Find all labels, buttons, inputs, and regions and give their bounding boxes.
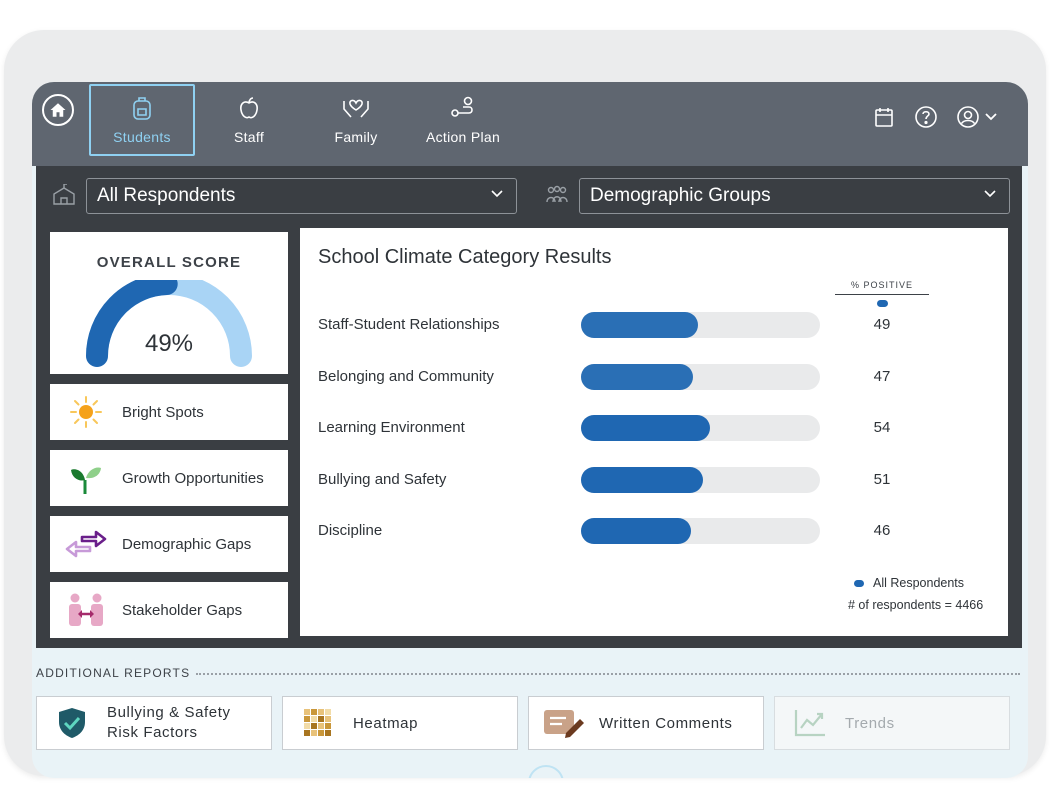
route-icon (451, 96, 473, 117)
nav-tab-label: Family (334, 129, 378, 145)
bar-value-label: 47 (873, 367, 891, 385)
backpack-icon (133, 97, 151, 120)
calendar-icon (875, 108, 893, 127)
tablet-frame: Students Staff Family Action Plan All Re… (4, 30, 1046, 778)
percent-positive-header: % POSITIVE (835, 280, 929, 295)
growth-opportunities-button[interactable]: Growth Opportunities (50, 450, 288, 506)
bar-value-label: 46 (873, 522, 891, 540)
legend-swatch (854, 579, 864, 587)
demographic-groups-select-value: Demographic Groups (590, 185, 771, 206)
nav-tab-label: Students (113, 129, 171, 145)
bar-fill (581, 312, 699, 338)
stakeholder-gaps-label: Stakeholder Gaps (122, 601, 243, 619)
bar-fill (581, 466, 703, 493)
dotted-divider (196, 673, 1020, 675)
category-label: Discipline (318, 522, 383, 540)
category-label: Staff-Student Relationships (318, 316, 500, 333)
trend-chart-icon (794, 710, 825, 737)
respondent-count: # of respondents = 4466 (848, 598, 984, 612)
chevron-down-icon (985, 113, 997, 121)
chevron-down-icon (491, 190, 503, 198)
dashboard-content: All Respondents Demographic Groups OVERA… (36, 166, 1022, 648)
heatmap-icon (304, 709, 331, 736)
bar-fill (581, 363, 694, 390)
category-results-panel: School Climate Category Results % POSITI… (300, 228, 1008, 636)
bar-value-label: 54 (873, 419, 891, 437)
legend-label: All Respondents (873, 576, 965, 590)
home-icon (50, 103, 66, 117)
heatmap-label: Heatmap (353, 714, 419, 732)
bright-spots-button[interactable]: Bright Spots (50, 384, 288, 440)
bar-value-label: 49 (873, 316, 891, 333)
hands-heart-icon (343, 99, 369, 118)
user-icon (957, 106, 979, 128)
nav-tab-label: Staff (233, 129, 265, 145)
chart-legend: All Respondents (854, 576, 964, 590)
percent-positive-series-marker (877, 300, 888, 307)
nav-tab-staff[interactable]: Staff (196, 84, 302, 156)
additional-reports-header: ADDITIONAL REPORTS (36, 666, 1020, 680)
arrows-icon (65, 530, 107, 558)
nav-tab-students[interactable]: Students (89, 84, 195, 156)
growth-opportunities-label: Growth Opportunities (122, 469, 264, 487)
bar-track (581, 363, 820, 390)
bright-spots-label: Bright Spots (122, 403, 204, 421)
comment-pen-icon (544, 710, 584, 738)
nav-tab-label: Action Plan (425, 129, 501, 145)
category-label: Bullying and Safety (318, 470, 447, 488)
results-title: School Climate Category Results (318, 246, 612, 268)
calendar-button[interactable] (872, 102, 896, 132)
group-icon (546, 185, 568, 203)
nav-tab-family[interactable]: Family (303, 84, 409, 156)
sun-icon (70, 396, 102, 428)
respondents-select[interactable]: All Respondents (86, 178, 517, 214)
bar-track (581, 466, 820, 493)
overall-score-title: OVERALL SCORE (96, 254, 242, 271)
category-label: Learning Environment (318, 419, 465, 437)
overall-score-value: 49% (144, 330, 194, 357)
category-label: Belonging and Community (318, 367, 494, 385)
bar-value-label: 51 (873, 470, 891, 488)
report-label-line1: Bullying & Safety (107, 704, 231, 721)
trends-button[interactable]: Trends (774, 696, 1010, 750)
bar-track (581, 518, 820, 545)
heatmap-button[interactable]: Heatmap (282, 696, 518, 750)
school-icon (53, 184, 75, 205)
shield-check-icon (59, 708, 85, 738)
respondents-select-value: All Respondents (97, 185, 236, 206)
chevron-down-icon (984, 190, 996, 198)
demographic-gaps-button[interactable]: Demographic Gaps (50, 516, 288, 572)
bar-fill (581, 518, 691, 545)
nav-tab-action-plan[interactable]: Action Plan (410, 84, 516, 156)
help-button[interactable] (912, 102, 940, 132)
people-icon (69, 593, 103, 626)
overall-score-card: OVERALL SCORE 49% (50, 232, 288, 374)
top-nav-bar: Students Staff Family Action Plan (32, 82, 1028, 166)
bar-fill (581, 415, 711, 442)
help-icon (915, 106, 937, 128)
bar-track (581, 312, 820, 338)
sprout-icon (71, 467, 101, 494)
additional-reports-title: ADDITIONAL REPORTS (36, 666, 191, 680)
home-indicator (528, 765, 564, 778)
written-comments-label: Written Comments (599, 714, 733, 732)
written-comments-button[interactable]: Written Comments (528, 696, 764, 750)
bullying-safety-risk-factors-button[interactable]: Bullying & Safety Risk Factors (36, 696, 272, 750)
demographic-groups-select[interactable]: Demographic Groups (579, 178, 1010, 214)
apple-icon (240, 97, 258, 119)
home-button[interactable] (42, 94, 74, 126)
report-label-line2: Risk Factors (107, 724, 198, 741)
trends-label: Trends (845, 714, 895, 732)
demographic-gaps-label: Demographic Gaps (122, 535, 252, 553)
app-screen: Students Staff Family Action Plan All Re… (32, 82, 1028, 778)
bar-track (581, 415, 820, 442)
user-menu-button[interactable] (952, 102, 1002, 132)
stakeholder-gaps-button[interactable]: Stakeholder Gaps (50, 582, 288, 638)
